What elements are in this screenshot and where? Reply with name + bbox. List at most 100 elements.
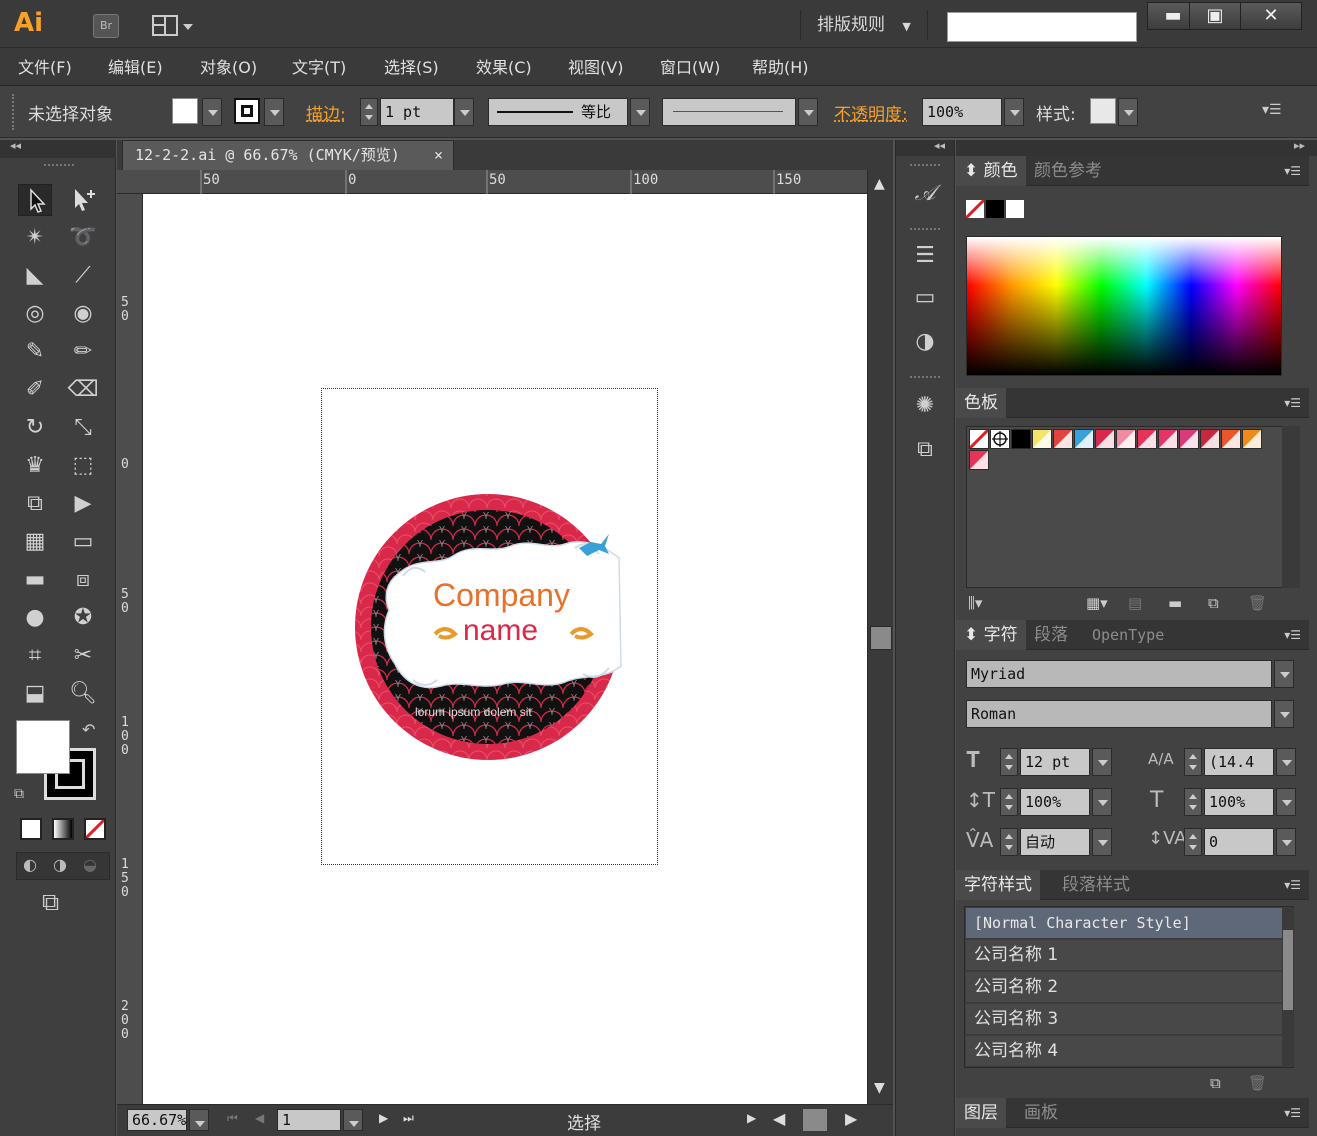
color-swatch[interactable]	[1053, 429, 1073, 449]
font-size-dropdown[interactable]	[1092, 748, 1112, 776]
shape-builder-tool-icon[interactable]: ⧉	[18, 488, 52, 520]
variable-width-profile[interactable]: 等比	[488, 98, 628, 126]
hscroll-right-icon[interactable]: ▶	[845, 1109, 857, 1128]
kerning-stepper[interactable]	[1000, 828, 1018, 856]
document-tab[interactable]: 12-2-2.ai @ 66.67% (CMYK/预览) ×	[122, 140, 454, 170]
eraser-tool-icon[interactable]: ⌫	[66, 374, 100, 406]
color-swatch[interactable]	[1179, 429, 1199, 449]
fill-color-box[interactable]	[16, 720, 70, 774]
draw-behind-icon[interactable]: ◑	[53, 855, 67, 874]
panel-menu-icon[interactable]: ▾☰	[1279, 396, 1301, 410]
menu-object[interactable]: 对象(O)	[200, 54, 257, 78]
tab-artboards[interactable]: 画板	[1016, 1098, 1066, 1128]
collapse-dock-icon[interactable]: ▸▸	[1294, 139, 1305, 152]
search-input[interactable]	[947, 12, 1137, 42]
kerning-dropdown[interactable]	[1092, 828, 1112, 856]
panel-menu-icon[interactable]: ▾☰	[1279, 164, 1301, 178]
vertical-ruler[interactable]: 5 0 0 5 0 1 0 0 1 5 0 2 0 0	[117, 194, 143, 1104]
collapse-icon[interactable]: ◂◂	[10, 139, 21, 152]
pencil-tool-icon[interactable]: ✏	[66, 336, 100, 368]
panel-menu-icon[interactable]: ▾☰	[1279, 1106, 1301, 1120]
artboards-panel-icon[interactable]: ⧉	[908, 434, 942, 466]
rotate-tool-icon[interactable]: ↻	[18, 412, 52, 444]
direct-selection-tool-icon[interactable]	[66, 184, 100, 216]
menu-effect[interactable]: 效果(C)	[476, 54, 532, 78]
tab-layers[interactable]: 图层	[956, 1098, 1006, 1128]
swap-colors-icon[interactable]: ↶	[82, 720, 95, 739]
column-graph-tool-icon[interactable]: ✪	[66, 602, 100, 634]
horizontal-scale-input[interactable]: 100%	[1204, 788, 1274, 816]
tab-character-styles[interactable]: 字符样式	[956, 870, 1040, 900]
font-style-input[interactable]: Roman	[966, 700, 1272, 728]
dock-grip[interactable]	[910, 228, 940, 230]
character-style-row[interactable]: 公司名称 2	[966, 972, 1282, 1003]
brush-dropdown[interactable]	[798, 98, 818, 126]
last-artboard-icon[interactable]: ⏭	[403, 1111, 414, 1126]
font-style-dropdown[interactable]	[1274, 700, 1294, 728]
stroke-weight-stepper[interactable]	[360, 98, 378, 126]
artboard-tool-icon[interactable]: ⌗	[18, 640, 52, 672]
menu-help[interactable]: 帮助(H)	[752, 54, 809, 78]
tracking-stepper[interactable]	[1184, 828, 1202, 856]
default-colors-icon[interactable]: ⧉	[14, 786, 24, 802]
bridge-button[interactable]: Br	[93, 14, 119, 38]
tab-opentype[interactable]: OpenType	[1084, 620, 1172, 650]
graphic-style-swatch[interactable]	[1090, 98, 1116, 124]
leading-stepper[interactable]	[1184, 748, 1202, 776]
workspace-switcher[interactable]: 排版规则 ▼	[800, 10, 928, 40]
hand-tool-icon[interactable]: ⬓	[18, 678, 52, 710]
font-size-stepper[interactable]	[1000, 748, 1018, 776]
profile-dropdown[interactable]	[630, 98, 650, 126]
first-artboard-icon[interactable]: ⏮	[227, 1111, 238, 1126]
tab-paragraph-styles[interactable]: 段落样式	[1054, 870, 1138, 900]
stroke-dropdown[interactable]	[264, 98, 284, 126]
leading-dropdown[interactable]	[1276, 748, 1296, 776]
zoom-input[interactable]: 66.67%	[127, 1109, 187, 1131]
next-artboard-icon[interactable]: ▶	[379, 1111, 388, 1125]
color-swatch[interactable]	[1221, 429, 1241, 449]
menu-view[interactable]: 视图(V)	[568, 54, 623, 78]
kerning-input[interactable]: 自动	[1020, 828, 1090, 856]
horizontal-scale-stepper[interactable]	[1184, 788, 1202, 816]
menu-type[interactable]: 文字(T)	[292, 54, 346, 78]
vertical-scale-stepper[interactable]	[1000, 788, 1018, 816]
swatch-libraries-icon[interactable]: ⫼▾	[968, 594, 982, 612]
none-color-swatch[interactable]	[964, 198, 986, 220]
graphic-style-dropdown[interactable]	[1118, 98, 1138, 126]
zoom-dropdown[interactable]	[189, 1109, 209, 1131]
color-swatch[interactable]	[1158, 429, 1178, 449]
leading-input[interactable]: (14.4	[1204, 748, 1274, 776]
styles-scrollbar[interactable]	[1282, 908, 1294, 1066]
new-style-icon[interactable]: ⧉	[1210, 1074, 1221, 1092]
stroke-swatch[interactable]	[234, 98, 260, 124]
maximize-button[interactable]: ▣	[1189, 2, 1241, 30]
character-style-row[interactable]: [Normal Character Style]	[966, 908, 1282, 939]
pen-tool-icon[interactable]: ◣	[18, 260, 52, 292]
tab-color[interactable]: ⬍ 颜色	[956, 156, 1026, 186]
vertical-scale-input[interactable]: 100%	[1020, 788, 1090, 816]
font-family-dropdown[interactable]	[1274, 660, 1294, 688]
panel-menu-icon[interactable]: ▾☰	[1262, 102, 1282, 118]
color-spectrum[interactable]	[966, 236, 1282, 376]
perspective-grid-tool-icon[interactable]: ▶	[66, 488, 100, 520]
artboard-dropdown[interactable]	[343, 1109, 363, 1131]
status-menu-icon[interactable]: ▶	[747, 1111, 756, 1125]
tab-swatches[interactable]: 色板	[956, 388, 1006, 418]
color-swatch[interactable]	[1116, 429, 1136, 449]
character-style-row[interactable]: 公司名称 3	[966, 1004, 1282, 1035]
color-swatch[interactable]	[1074, 429, 1094, 449]
horizontal-scale-dropdown[interactable]	[1276, 788, 1296, 816]
brush-definition[interactable]	[662, 98, 796, 126]
stroke-weight-input[interactable]: 1 pt	[380, 98, 454, 126]
color-swatch[interactable]	[1011, 429, 1031, 449]
magic-wand-tool-icon[interactable]: ✴	[18, 222, 52, 254]
dock-grip[interactable]	[910, 376, 940, 378]
lasso-tool-icon[interactable]: ➰	[66, 222, 100, 254]
close-window-button[interactable]: ✕	[1240, 2, 1302, 30]
width-tool-icon[interactable]: ♛	[18, 450, 52, 482]
new-color-group-icon[interactable]: ▬	[1168, 594, 1182, 612]
vertical-scale-dropdown[interactable]	[1092, 788, 1112, 816]
stroke-panel-icon[interactable]: ☰	[908, 240, 942, 272]
appearance-panel-icon[interactable]: ✺	[908, 390, 942, 422]
swatches-scrollbar[interactable]	[1282, 426, 1300, 588]
